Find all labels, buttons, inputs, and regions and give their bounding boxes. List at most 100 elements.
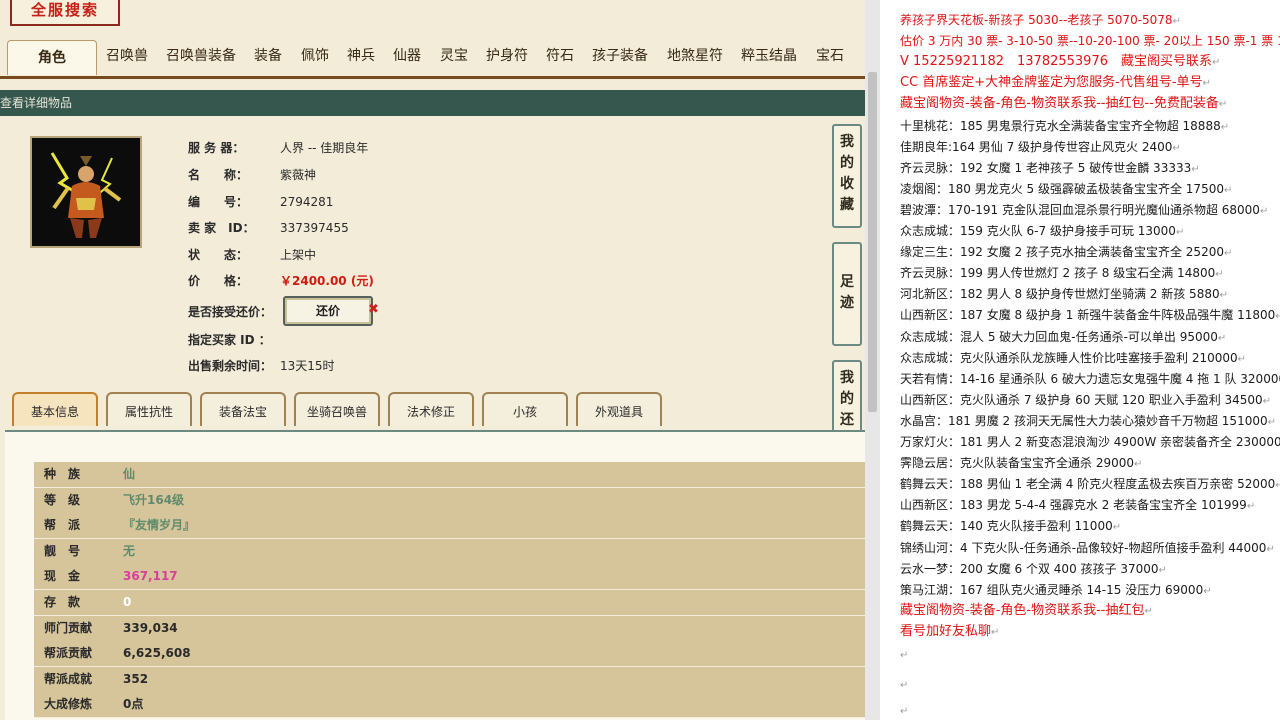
chat-line: CC 首席鉴定+大神金牌鉴定为您服务-代售组号-单号↵	[900, 73, 1211, 94]
counter-offer-button[interactable]: 还价	[283, 296, 373, 326]
seller-value: 337397455	[280, 221, 349, 235]
row-key: 帮 派	[44, 518, 81, 533]
scrollbar[interactable]	[865, 0, 880, 720]
line-break-icon: ↵	[1220, 121, 1230, 133]
chat-line: 霁隐云居：克火队装备宝宝齐全通杀 29000↵	[900, 453, 1142, 475]
table-row: 师门贡献 339,034	[34, 615, 865, 642]
id-value: 2794281	[280, 195, 334, 209]
chat-text: 养孩子界天花板-新孩子 5030--老孩子 5070-5078	[900, 13, 1173, 27]
character-figure-icon	[32, 138, 140, 246]
subtab-attributes[interactable]: 属性抗性	[106, 392, 192, 426]
section-header: 查看详细物品	[0, 90, 865, 116]
tab-jade-crystal[interactable]: 粹玉结晶	[741, 45, 797, 65]
line-break-icon: ↵	[1144, 605, 1153, 617]
chat-text: 河北新区：182 男人 8 级护身传世燃灯坐骑满 2 新孩 5880	[900, 287, 1220, 302]
chat-line: 养孩子界天花板-新孩子 5030--老孩子 5070-5078↵	[900, 10, 1181, 32]
row-value: 仙	[123, 467, 136, 481]
line-break-icon: ↵	[1266, 543, 1275, 555]
row-key: 种 族	[44, 467, 81, 481]
chat-text: 策马江湖：167 组队克火通灵睡杀 14-15 没压力 69000	[900, 582, 1204, 597]
table-row: 帮派成就 352	[34, 666, 865, 693]
chat-text: 众志成城：159 克火队 6-7 级护身接手可玩 13000	[900, 224, 1176, 238]
chat-line: 凌烟阁：180 男龙克火 5 级强霹破孟极装备宝宝齐全 17500↵	[900, 179, 1232, 201]
row-key: 师门贡献	[44, 620, 93, 635]
name-value: 紫薇神	[280, 168, 317, 182]
chat-text: 凌烟阁：180 男龙克火 5 级强霹破孟极装备宝宝齐全 17500	[900, 181, 1224, 196]
close-x-icon[interactable]: ✖	[368, 302, 379, 317]
chat-line: 看号加好友私聊↵	[900, 622, 999, 643]
line-break-icon: ↵	[1172, 16, 1181, 27]
subtab-appearance[interactable]: 外观道具	[576, 392, 662, 426]
line-break-icon: ↵	[1275, 480, 1280, 492]
chat-line: 估价 3 万内 30 票- 3-10-50 票--10-20-100 票- 20…	[900, 31, 1280, 53]
row-value: 0点	[123, 697, 144, 712]
tab-divine-weapon[interactable]: 神兵	[347, 45, 375, 65]
chat-panel: 养孩子界天花板-新孩子 5030--老孩子 5070-5078↵ 估价 3 万内 …	[880, 0, 1280, 720]
subtab-mount-summon[interactable]: 坐骑召唤兽	[294, 392, 380, 426]
chat-text: 鹤舞云天：140 克火队接手盈利 11000	[900, 519, 1113, 534]
tab-gem[interactable]: 宝石	[816, 45, 844, 65]
chat-line: 锦绣山河：4 下克火队-任务通杀-品像较好-物超所值接手盈利 44000↵	[900, 538, 1275, 560]
chat-text: 山西新区：克火队通杀 7 级护身 60 天赋 120 职业入手盈利 34500	[900, 392, 1263, 407]
chat-line: 佳期良年:164 男仙 7 级护身传世容止风克火 2400↵	[900, 137, 1181, 159]
scrollbar-thumb[interactable]	[868, 72, 877, 412]
tab-accessory[interactable]: 佩饰	[301, 45, 329, 65]
tab-child-equip[interactable]: 孩子装备	[592, 45, 648, 65]
chat-line: 十里桃花：185 男鬼景行克水全满装备宝宝齐全物超 18888↵	[900, 116, 1229, 138]
side-tab-footprint[interactable]: 足迹	[832, 242, 862, 346]
status-value: 上架中	[280, 248, 317, 262]
table-row: 种 族仙	[34, 462, 865, 488]
row-key: 帮派成就	[44, 671, 93, 686]
table-row: 存 款 0	[34, 590, 865, 616]
chat-text: 云水一梦：200 女魔 6 个双 400 孩孩子 37000	[900, 561, 1159, 576]
chat-text: 缘定三生：192 女魔 2 孩子克水抽全满装备宝宝齐全 25200	[900, 245, 1224, 260]
subtab-spell-correction[interactable]: 法术修正	[388, 392, 474, 426]
table-row: 帮 派 『友情岁月』	[34, 513, 865, 540]
row-value: 飞升164级	[123, 492, 185, 507]
row-value: 367,117	[123, 569, 178, 584]
chat-line: 山西新区：183 男龙 5-4-4 强霹克水 2 老装备宝宝齐全 101999↵	[900, 495, 1255, 517]
side-tab-favorites[interactable]: 我的收藏	[832, 124, 862, 228]
tab-amulet[interactable]: 护身符	[486, 45, 528, 65]
chat-line: 众志成城：克火队通杀队龙族睡人性价比哇塞接手盈利 210000↵	[900, 348, 1246, 370]
chat-line: 众志成城：159 克火队 6-7 级护身接手可玩 13000↵	[900, 221, 1184, 243]
row-key: 等 级	[44, 492, 81, 507]
chat-line: 河北新区：182 男人 8 级护身传世燃灯坐骑满 2 新孩 5880↵	[900, 284, 1228, 306]
line-break-icon: ↵	[1215, 269, 1224, 281]
chat-text: 十里桃花：185 男鬼景行克水全满装备宝宝齐全物超 18888	[900, 118, 1221, 133]
subtab-basic-info[interactable]: 基本信息	[12, 392, 98, 426]
time-left-value: 13天15时	[280, 359, 335, 373]
chat-line: 鹤舞云天：188 男仙 1 老全满 4 阶克火程度孟极去疾百万亲密 52000↵	[900, 474, 1280, 496]
tab-star-talisman[interactable]: 地煞星符	[667, 45, 723, 65]
category-tabs: 角色 召唤兽 召唤兽装备 装备 佩饰 神兵 仙器 灵宝 护身符 符石 孩子装备 …	[0, 36, 865, 79]
tab-summon-equip[interactable]: 召唤兽装备	[166, 45, 236, 65]
price-label: 价 格：	[188, 274, 249, 288]
line-break-icon: ↵	[1134, 459, 1143, 471]
line-break-icon: ↵	[1218, 99, 1228, 111]
tab-rune-stone[interactable]: 符石	[546, 45, 574, 65]
tab-equipment[interactable]: 装备	[254, 45, 282, 65]
subtab-child[interactable]: 小孩	[482, 392, 568, 426]
global-search-title[interactable]: 全服搜索	[10, 0, 120, 26]
row-value: 352	[123, 671, 149, 686]
table-row: 大成修炼 0点	[34, 692, 865, 719]
row-key: 存 款	[44, 595, 81, 609]
chat-text: 齐云灵脉：199 男人传世燃灯 2 孩子 8 级宝石全满 14800	[900, 266, 1216, 281]
chat-line: 云水一梦：200 女魔 6 个双 400 孩孩子 37000↵	[900, 559, 1167, 581]
tab-immortal-artifact[interactable]: 仙器	[393, 45, 421, 65]
tab-spirit-treasure[interactable]: 灵宝	[440, 45, 468, 65]
chat-line: 藏宝阁物资-装备-角色-物资联系我--抽红包--免费配装备↵	[900, 94, 1227, 115]
chat-line: 策马江湖：167 组队克火通灵睡杀 14-15 没压力 69000↵	[900, 580, 1212, 602]
tab-summon[interactable]: 召唤兽	[106, 45, 148, 65]
chat-text: 佳期良年:164 男仙 7 级护身传世容止风克火 2400	[900, 139, 1173, 154]
table-row: 靓 号无	[34, 538, 865, 565]
chat-text: CC 首席鉴定+大神金牌鉴定为您服务-代售组号-单号	[900, 75, 1203, 91]
subtab-equipment[interactable]: 装备法宝	[200, 392, 286, 426]
chat-line: 山西新区：克火队通杀 7 级护身 60 天赋 120 职业入手盈利 34500↵	[900, 390, 1271, 412]
chat-text: 水晶宫：181 男魔 2 孩洞天无属性大力装心猿妙音千万物超 151000	[900, 413, 1268, 428]
chat-text: 估价 3 万内 30 票- 3-10-50 票--10-20-100 票- 20…	[900, 34, 1280, 49]
tab-role[interactable]: 角色	[7, 40, 97, 75]
row-value: 『友情岁月』	[123, 518, 196, 533]
line-break-icon: ↵	[1223, 184, 1233, 196]
line-break-icon: ↵	[1259, 205, 1269, 217]
